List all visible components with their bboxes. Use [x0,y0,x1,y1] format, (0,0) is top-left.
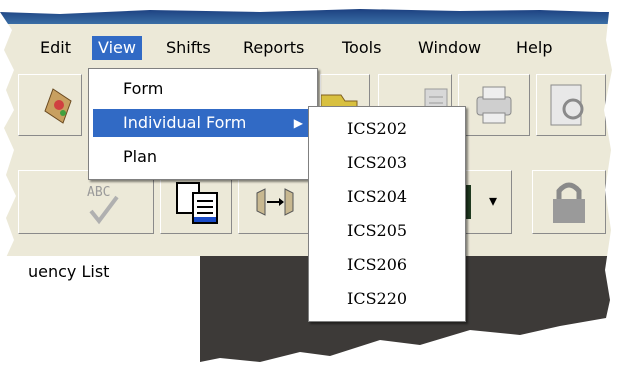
screenshot-stage: Edit View Shifts Reports Tools Window He… [0,0,620,374]
toolbar-button-dropdown[interactable]: ▾ [459,170,512,234]
print-preview-icon [550,84,584,126]
menu-window[interactable]: Window [418,36,481,60]
title-bar-edge [0,9,612,24]
menu-shifts[interactable]: Shifts [166,36,211,60]
list-panel-label: uency List [28,262,110,281]
book-icon [44,88,72,124]
menu-help[interactable]: Help [516,36,552,60]
view-menu: Form Individual Form ▶ Plan [88,68,318,180]
menu-item-form[interactable]: Form [93,75,311,103]
toolbar-button-lock[interactable] [532,170,606,234]
menu-item-plan[interactable]: Plan [93,143,311,171]
toolbar-button-preview[interactable] [536,74,606,136]
submenu-item-ics202[interactable]: ICS202 [347,115,407,143]
submenu-item-ics203[interactable]: ICS203 [347,149,407,177]
menu-reports[interactable]: Reports [243,36,304,60]
dropdown-arrow-icon: ▾ [489,191,498,210]
submenu-item-ics206[interactable]: ICS206 [347,251,407,279]
menu-item-individual-form[interactable]: Individual Form ▶ [93,109,311,137]
menu-tools[interactable]: Tools [342,36,381,60]
menu-edit[interactable]: Edit [40,36,71,60]
submenu-arrow-icon: ▶ [293,116,303,130]
copy-icon [176,182,218,224]
toolbar-button-print[interactable] [458,74,530,136]
printer-icon [476,86,512,124]
submenu-item-ics220[interactable]: ICS220 [347,285,407,313]
submenu-item-ics205[interactable]: ICS205 [347,217,407,245]
menu-view[interactable]: View [92,36,142,60]
checkmark-icon [89,195,119,225]
merge-arrows-icon [256,188,294,216]
submenu-item-ics204[interactable]: ICS204 [347,183,407,211]
lock-icon [553,182,585,223]
toolbar-button-open[interactable] [18,74,82,136]
individual-form-submenu: ICS202 ICS203 ICS204 ICS205 ICS206 ICS22… [308,106,466,322]
menu-item-individual-form-label: Individual Form [123,113,247,132]
